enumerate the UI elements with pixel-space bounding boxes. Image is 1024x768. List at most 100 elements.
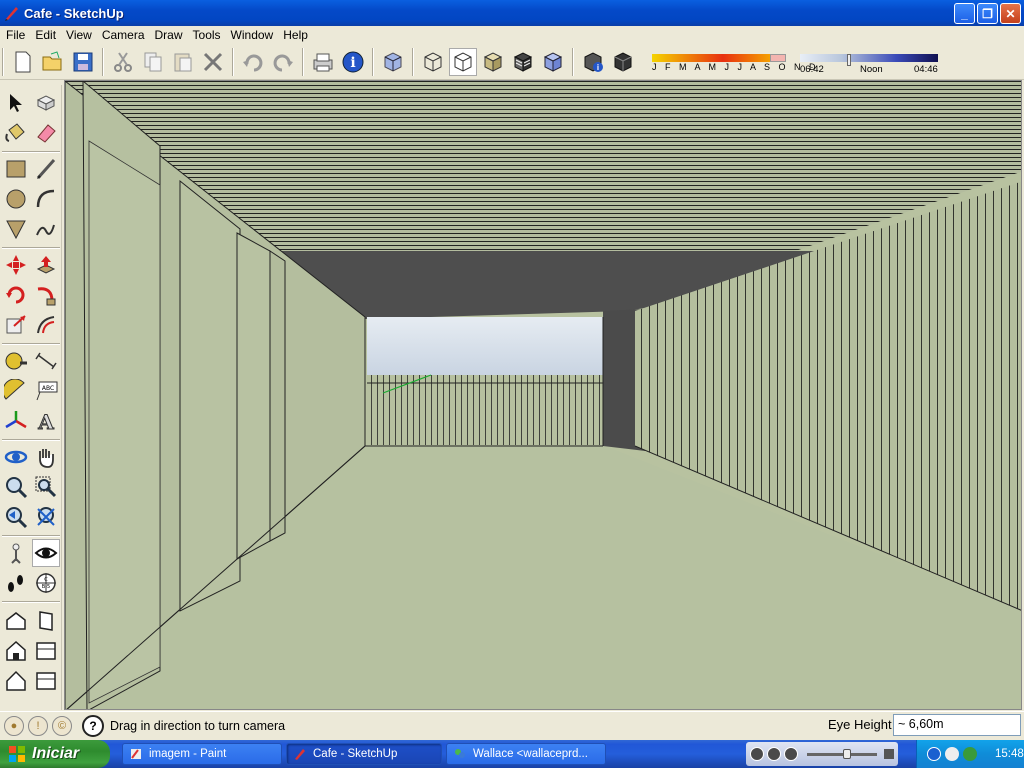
- iso-view-icon[interactable]: [2, 607, 30, 635]
- measurements-label: Eye Height: [828, 717, 892, 732]
- offset-tool-icon[interactable]: [32, 311, 60, 339]
- axes-tool-icon[interactable]: [2, 407, 30, 435]
- restore-button[interactable]: ❐: [977, 3, 998, 24]
- position-camera-icon[interactable]: [2, 539, 30, 567]
- new-icon[interactable]: [9, 48, 37, 76]
- volume-slider[interactable]: [807, 748, 877, 759]
- menu-edit[interactable]: Edit: [31, 28, 62, 42]
- move-tool-icon[interactable]: [2, 251, 30, 279]
- geolocation-icon[interactable]: ●: [4, 715, 24, 736]
- next-track-icon[interactable]: [784, 747, 798, 761]
- undo-icon[interactable]: [239, 48, 267, 76]
- sketchup-app-icon: [5, 7, 18, 21]
- push-pull-icon[interactable]: [32, 251, 60, 279]
- top-view-icon[interactable]: [2, 667, 30, 695]
- scale-tool-icon[interactable]: [2, 311, 30, 339]
- speaker-icon[interactable]: [884, 749, 894, 759]
- shadow-settings-icon[interactable]: i: [579, 48, 607, 76]
- hidden-line-icon[interactable]: [449, 47, 477, 76]
- follow-me-icon[interactable]: [32, 281, 60, 309]
- previous-view-icon[interactable]: [2, 503, 30, 531]
- paint-bucket-icon[interactable]: [2, 119, 30, 147]
- line-tool-icon[interactable]: [32, 155, 60, 183]
- pause-icon[interactable]: [767, 747, 781, 761]
- close-button[interactable]: ✕: [1000, 3, 1021, 24]
- model-info-icon[interactable]: i: [339, 48, 367, 76]
- polygon-tool-icon[interactable]: [2, 215, 30, 243]
- time-slider-track[interactable]: [800, 54, 938, 62]
- clock: 15:48: [995, 748, 1024, 760]
- shaded-icon[interactable]: [479, 48, 507, 76]
- minimize-button[interactable]: _: [954, 3, 975, 24]
- front-view-icon[interactable]: [2, 637, 30, 665]
- copy-icon[interactable]: [139, 48, 167, 76]
- menu-window[interactable]: Window: [227, 28, 280, 42]
- xray-icon[interactable]: [379, 48, 407, 76]
- tape-measure-icon[interactable]: [2, 347, 30, 375]
- zoom-tool-icon[interactable]: [2, 473, 30, 501]
- task-sketchup[interactable]: Cafe - SketchUp: [286, 743, 442, 765]
- protractor-icon[interactable]: [2, 377, 30, 405]
- wireframe-icon[interactable]: [419, 48, 447, 76]
- menu-camera[interactable]: Camera: [98, 28, 151, 42]
- start-label: Iniciar: [32, 745, 80, 762]
- walk-tool-icon[interactable]: [2, 569, 30, 597]
- section-plane-icon[interactable]: CB-5: [32, 569, 60, 597]
- prev-track-icon[interactable]: [750, 747, 764, 761]
- cut-icon[interactable]: [109, 48, 137, 76]
- paint-icon: [131, 749, 141, 759]
- left-view-icon[interactable]: [32, 667, 60, 695]
- monochrome-icon[interactable]: [539, 48, 567, 76]
- redo-icon[interactable]: [269, 48, 297, 76]
- user-icon[interactable]: ©: [52, 715, 72, 736]
- dimension-tool-icon[interactable]: [32, 347, 60, 375]
- erase-icon[interactable]: [199, 48, 227, 76]
- freehand-tool-icon[interactable]: [32, 215, 60, 243]
- text-tool-icon[interactable]: ABC: [32, 377, 60, 405]
- start-button[interactable]: Iniciar: [0, 740, 110, 768]
- measurements-input[interactable]: ~ 6,60m: [893, 714, 1021, 736]
- zoom-extents-icon[interactable]: [32, 503, 60, 531]
- svg-text:i: i: [350, 55, 355, 71]
- month-slider-thumb[interactable]: [770, 54, 786, 62]
- pan-tool-icon[interactable]: [32, 443, 60, 471]
- month-slider-track[interactable]: [652, 54, 770, 62]
- shaded-textures-icon[interactable]: [509, 48, 537, 76]
- tray-arrow-icon[interactable]: [927, 747, 941, 761]
- help-icon[interactable]: ?: [82, 714, 104, 737]
- right-view-icon[interactable]: [32, 607, 60, 635]
- menu-help[interactable]: Help: [279, 28, 314, 42]
- svg-text:i: i: [597, 63, 599, 72]
- rectangle-tool-icon[interactable]: [2, 155, 30, 183]
- shadow-settings-panel: J F M A M J J A S O N D 06:42 Noon 04:46: [648, 50, 944, 78]
- 3d-text-icon[interactable]: A: [32, 407, 60, 435]
- make-component-icon[interactable]: [32, 89, 60, 117]
- print-icon[interactable]: [309, 48, 337, 76]
- back-view-icon[interactable]: [32, 637, 60, 665]
- save-icon[interactable]: [69, 48, 97, 76]
- menu-view[interactable]: View: [62, 28, 98, 42]
- menu-file[interactable]: File: [2, 28, 31, 42]
- model-viewport[interactable]: [64, 80, 1022, 710]
- time-end-label: 04:46: [914, 64, 938, 75]
- task-paint[interactable]: imagem - Paint: [122, 743, 282, 765]
- credits-icon[interactable]: !: [28, 715, 48, 736]
- select-tool-icon[interactable]: [2, 89, 30, 117]
- orbit-tool-icon[interactable]: [2, 443, 30, 471]
- menu-tools[interactable]: Tools: [189, 28, 227, 42]
- open-icon[interactable]: [39, 48, 67, 76]
- circle-tool-icon[interactable]: [2, 185, 30, 213]
- tray-network-icon[interactable]: [945, 747, 959, 761]
- svg-text:A: A: [37, 410, 54, 433]
- display-shadows-icon[interactable]: [609, 48, 637, 76]
- paste-icon[interactable]: [169, 48, 197, 76]
- look-around-icon[interactable]: [32, 539, 60, 567]
- arc-tool-icon[interactable]: [32, 185, 60, 213]
- zoom-window-icon[interactable]: [32, 473, 60, 501]
- tray-messenger-icon[interactable]: [963, 747, 977, 761]
- eraser-icon[interactable]: [32, 119, 60, 147]
- time-slider-thumb[interactable]: [847, 54, 851, 66]
- task-messenger[interactable]: Wallace <wallaceprd...: [446, 743, 606, 765]
- rotate-tool-icon[interactable]: [2, 281, 30, 309]
- menu-draw[interactable]: Draw: [151, 28, 189, 42]
